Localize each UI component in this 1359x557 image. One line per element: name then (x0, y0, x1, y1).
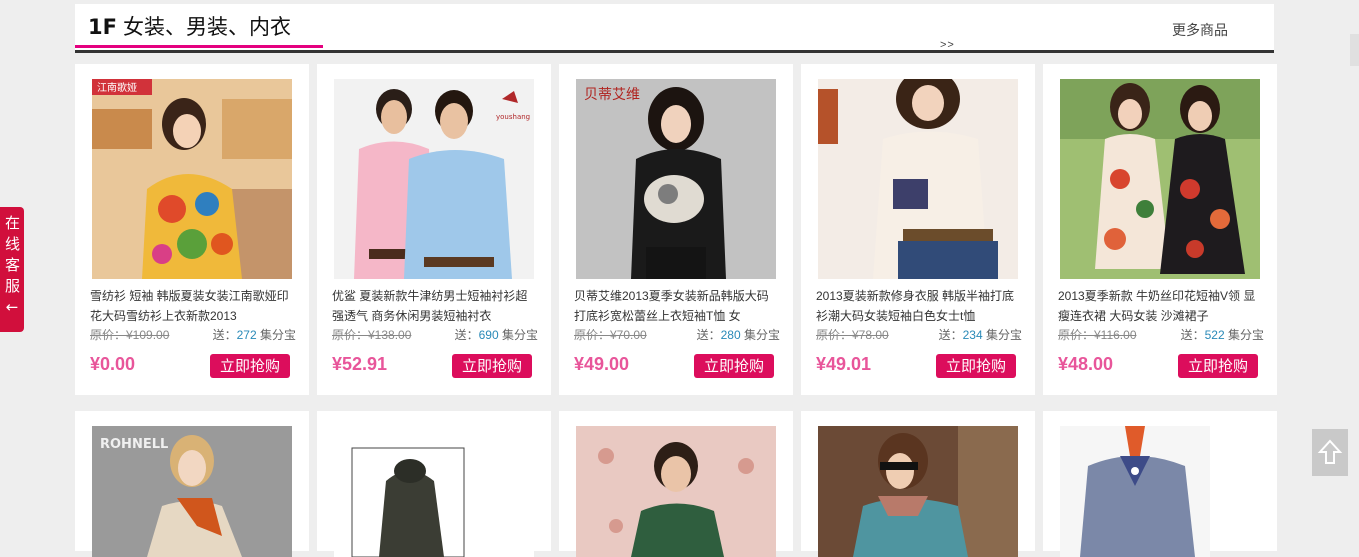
product-image[interactable] (334, 426, 534, 557)
floor-number: 1F (88, 15, 117, 39)
points-info: 送：690 集分宝 (454, 328, 538, 342)
scrollbar-thumb[interactable] (1350, 34, 1359, 66)
floor-header: 1F 女装、男装、内衣 更多商品 >> (75, 4, 1274, 53)
original-price: 原价：¥78.00 (816, 328, 889, 342)
product-card[interactable] (559, 411, 793, 557)
product-meta: 原价：¥78.00 送：234 集分宝 (816, 326, 1022, 344)
sale-price: ¥49.00 (574, 354, 630, 374)
original-price: 原价：¥70.00 (574, 328, 647, 342)
product-image[interactable] (818, 79, 1018, 279)
product-image[interactable] (1060, 426, 1210, 557)
product-title[interactable]: 优鲨 夏装新款牛津纺男士短袖衬衫超强透气 商务休闲男装短袖衬衣 (332, 286, 538, 326)
product-card[interactable]: 2013夏季新款 牛奶丝印花短袖V领 显瘦连衣裙 大码女装 沙滩裙子 原价：¥1… (1043, 64, 1277, 395)
product-title[interactable]: 2013夏季新款 牛奶丝印花短袖V领 显瘦连衣裙 大码女装 沙滩裙子 (1058, 286, 1264, 326)
points-info: 送：234 集分宝 (938, 328, 1022, 342)
online-service-label: 在线客服 (5, 214, 21, 295)
more-arrow[interactable]: >> (940, 39, 955, 51)
sale-price: ¥49.01 (816, 354, 872, 374)
svg-text:贝蒂艾维: 贝蒂艾维 (584, 87, 640, 103)
product-card[interactable]: youshang 优鲨 夏装新款牛津纺男士短袖衬衫超强透气 商务休闲男装短袖衬衣… (317, 64, 551, 395)
original-price: 原价：¥109.00 (90, 328, 170, 342)
floor-title: 1F 女装、男装、内衣 (75, 4, 323, 48)
product-meta: 原价：¥70.00 送：280 集分宝 (574, 326, 780, 344)
product-card[interactable] (801, 411, 1035, 557)
arrow-up-icon (1317, 439, 1343, 464)
product-card[interactable]: 江南歌娅 雪纺衫 短袖 韩版夏装女装江南歌娅印花大码雪纺衫上衣新款2013 原价… (75, 64, 309, 395)
product-meta: 原价：¥109.00 送：272 集分宝 (90, 326, 296, 344)
points-info: 送：272 集分宝 (212, 328, 296, 342)
buy-now-button[interactable]: 立即抢购 (452, 354, 532, 378)
product-title[interactable]: 贝蒂艾维2013夏季女装新品韩版大码打底衫宽松蕾丝上衣短袖T恤 女 (574, 286, 780, 326)
product-image[interactable] (818, 426, 1018, 557)
product-image[interactable]: 贝蒂艾维 (576, 79, 776, 279)
product-meta: 原价：¥138.00 送：690 集分宝 (332, 326, 538, 344)
product-card[interactable] (317, 411, 551, 557)
product-card[interactable]: 贝蒂艾维 贝蒂艾维2013夏季女装新品韩版大码打底衫宽松蕾丝上衣短袖T恤 女 原… (559, 64, 793, 395)
svg-text:江南歌娅: 江南歌娅 (97, 81, 137, 94)
arrow-left-icon: ← (5, 298, 19, 316)
buy-now-button[interactable]: 立即抢购 (936, 354, 1016, 378)
floor-category: 女装、男装、内衣 (122, 15, 291, 39)
product-title[interactable]: 2013夏装新款修身衣服 韩版半袖打底衫潮大码女装短袖白色女士t恤 (816, 286, 1022, 326)
buy-now-button[interactable]: 立即抢购 (694, 354, 774, 378)
original-price: 原价：¥116.00 (1058, 328, 1137, 342)
product-title[interactable]: 雪纺衫 短袖 韩版夏装女装江南歌娅印花大码雪纺衫上衣新款2013 (90, 286, 296, 326)
product-image[interactable]: youshang (334, 79, 534, 279)
sale-price: ¥48.00 (1058, 354, 1114, 374)
more-products-link[interactable]: 更多商品 (1172, 20, 1228, 40)
svg-text:youshang: youshang (496, 113, 530, 121)
buy-now-button[interactable]: 立即抢购 (210, 354, 290, 378)
buy-now-button[interactable]: 立即抢购 (1178, 354, 1258, 378)
product-card[interactable]: ROHNELL (75, 411, 309, 557)
points-info: 送：522 集分宝 (1180, 328, 1264, 342)
product-card[interactable]: 2013夏装新款修身衣服 韩版半袖打底衫潮大码女装短袖白色女士t恤 原价：¥78… (801, 64, 1035, 395)
online-service-tab[interactable]: 在线客服 ← (0, 207, 24, 332)
product-image[interactable] (576, 426, 776, 557)
brand-logo: ROHNELL (100, 437, 168, 452)
points-info: 送：280 集分宝 (696, 328, 780, 342)
product-image[interactable]: ROHNELL (92, 426, 292, 557)
sale-price: ¥0.00 (90, 354, 136, 374)
back-to-top-button[interactable] (1312, 429, 1348, 476)
product-card[interactable] (1043, 411, 1277, 557)
product-meta: 原价：¥116.00 送：522 集分宝 (1058, 326, 1264, 344)
sale-price: ¥52.91 (332, 354, 388, 374)
original-price: 原价：¥138.00 (332, 328, 412, 342)
product-image[interactable] (1060, 79, 1260, 279)
product-image[interactable]: 江南歌娅 (92, 79, 292, 279)
